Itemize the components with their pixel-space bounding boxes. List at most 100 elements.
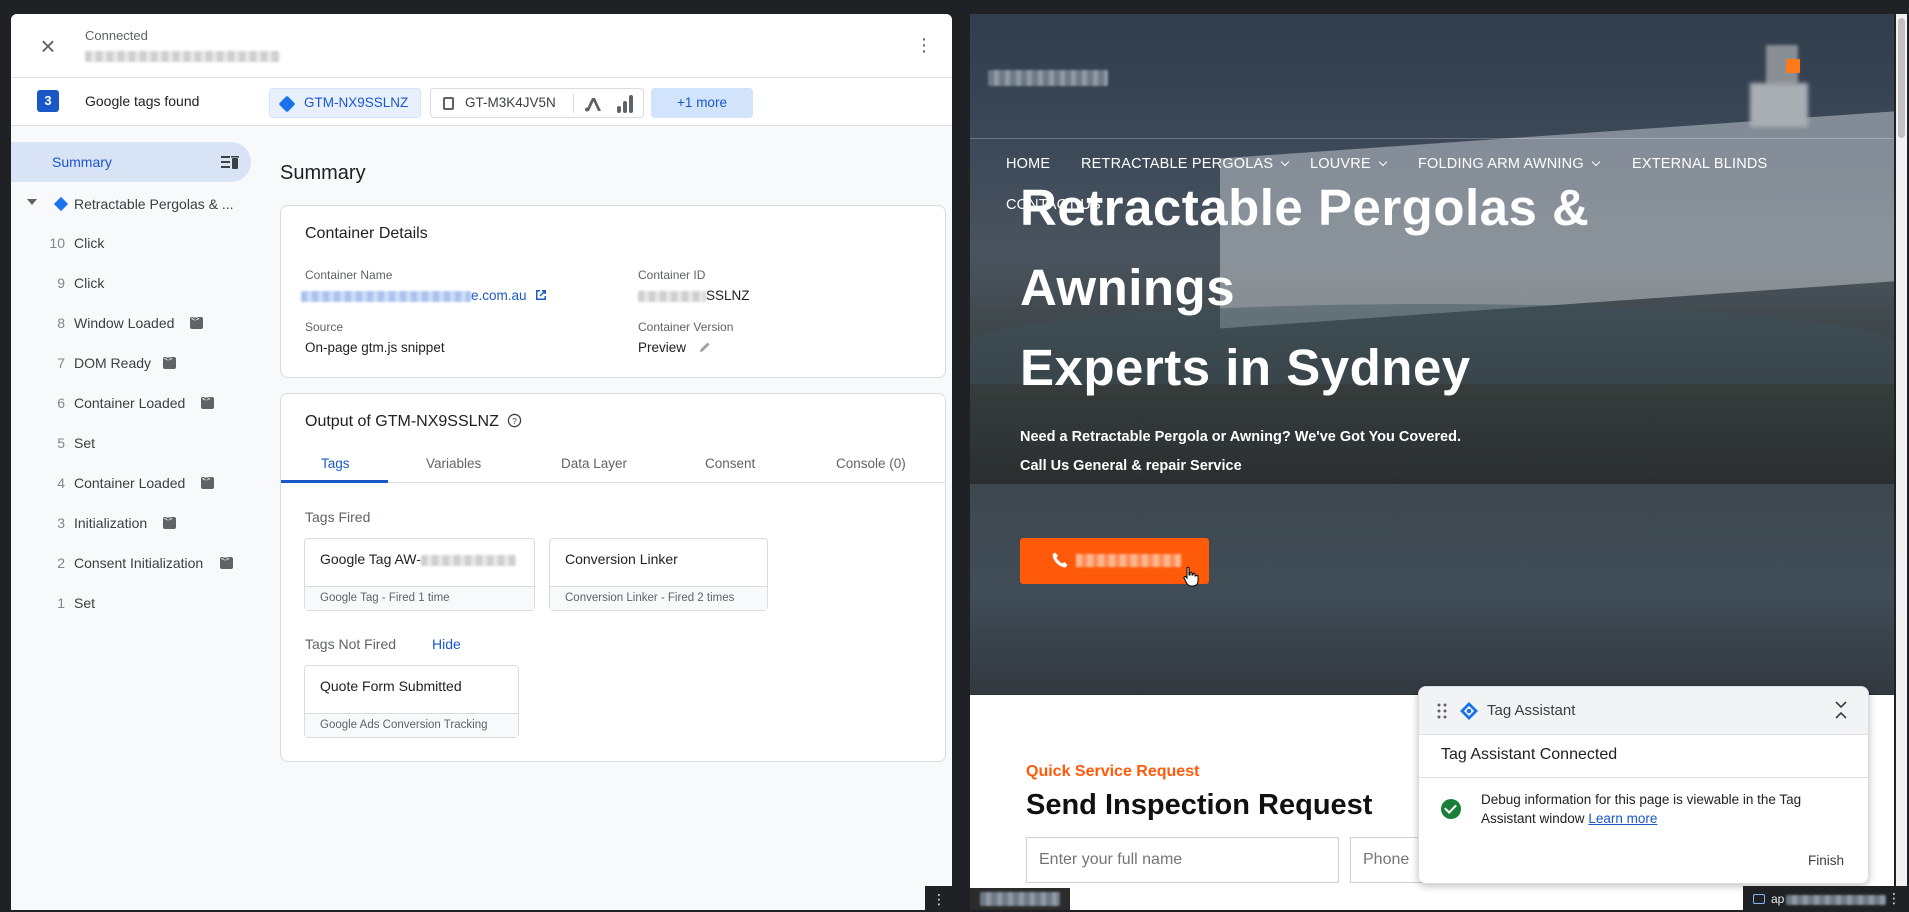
full-name-input[interactable] xyxy=(1026,837,1339,883)
tag-card-subtitle: Google Tag - Fired 1 time xyxy=(305,586,534,610)
hero-lead-2: Call Us General & repair Service xyxy=(1020,458,1242,474)
call-now-button[interactable] xyxy=(1020,538,1209,584)
site-logo[interactable] xyxy=(988,69,1108,87)
tab-data-layer[interactable]: Data Layer xyxy=(561,456,627,471)
sidebar-event[interactable]: 9 Click xyxy=(11,263,261,303)
url-pill[interactable]: ap ⋮ xyxy=(1743,886,1909,912)
sidebar-event[interactable]: 5 Set xyxy=(11,423,261,463)
sidebar-item-summary[interactable]: Summary xyxy=(11,142,251,182)
open-external-icon[interactable] xyxy=(534,288,548,302)
tab-consent[interactable]: Consent xyxy=(705,456,755,471)
sidebar-event[interactable]: 3 Initialization xyxy=(11,503,261,543)
event-name: Click xyxy=(74,275,105,291)
nav-home[interactable]: HOME xyxy=(1006,156,1050,172)
form-title: Send Inspection Request xyxy=(1026,789,1373,821)
popup-title: Tag Assistant xyxy=(1487,702,1576,719)
top-bar: × Connected · · · xyxy=(11,14,952,78)
close-icon[interactable]: × xyxy=(36,33,60,59)
tag-chip-gt[interactable]: GT-M3K4JV5N xyxy=(430,88,644,118)
event-number: 8 xyxy=(57,315,65,331)
tags-fired-label: Tags Fired xyxy=(305,509,371,525)
code-icon xyxy=(220,555,233,569)
nav-louvre[interactable]: LOUVRE xyxy=(1310,156,1388,172)
container-name-value[interactable]: e.com.au xyxy=(471,288,527,303)
event-name: Set xyxy=(74,595,96,611)
event-number: 5 xyxy=(57,435,65,451)
mouse-pointer-icon xyxy=(1183,567,1199,587)
event-number: 7 xyxy=(57,355,65,371)
sidebar-event[interactable]: 2 Consent Initialization xyxy=(11,543,261,583)
hero-heading-line2: Awnings xyxy=(1020,259,1236,316)
sidebar-summary-label: Summary xyxy=(52,154,112,170)
scrollbar-thumb[interactable] xyxy=(1898,18,1905,138)
sidebar-event[interactable]: 8 Window Loaded xyxy=(11,303,261,343)
url-pill-text: ap xyxy=(1771,892,1887,906)
tab-variables[interactable]: Variables xyxy=(426,456,481,471)
nav-label: FOLDING ARM AWNING xyxy=(1418,156,1584,172)
hide-not-fired-button[interactable]: Hide xyxy=(432,636,461,652)
tag-assistant-popup: Tag Assistant Tag Assistant Connected De… xyxy=(1418,686,1869,884)
hero-lead-1: Need a Retractable Pergola or Awning? We… xyxy=(1020,429,1461,445)
collapse-icon[interactable] xyxy=(1834,699,1848,721)
drag-handle-icon[interactable] xyxy=(1437,703,1447,719)
tags-bar: 3 Google tags found GTM-NX9SSLNZ GT-M3K4… xyxy=(11,78,952,126)
sidebar-event[interactable]: 6 Container Loaded xyxy=(11,383,261,423)
hero-photo-deck xyxy=(970,484,1894,694)
clear-messages-icon[interactable] xyxy=(221,154,239,170)
tag-chip-gtm-label: GTM-NX9SSLNZ xyxy=(304,95,409,110)
nav-retractable-pergolas[interactable]: RETRACTABLE PERGOLAS xyxy=(1081,156,1290,172)
output-title: Output of GTM-NX9SSLNZ ? xyxy=(305,413,522,431)
form-kicker: Quick Service Request xyxy=(1026,763,1200,780)
nav-folding-arm-awning[interactable]: FOLDING ARM AWNING xyxy=(1418,156,1601,172)
container-id-value: SSLNZ xyxy=(638,288,750,303)
event-number: 2 xyxy=(57,555,65,571)
help-icon[interactable]: ? xyxy=(507,413,522,428)
event-number: 1 xyxy=(57,595,65,611)
phone-icon xyxy=(1052,552,1068,568)
hero-heading-line3: Experts in Sydney xyxy=(1020,339,1471,396)
connected-heading: Tag Assistant Connected xyxy=(1441,746,1618,763)
svg-text:?: ? xyxy=(512,416,517,426)
sidebar-event[interactable]: 1 Set xyxy=(11,583,261,623)
tag-card-google-tag[interactable]: Google Tag AW- Google Tag - Fired 1 time xyxy=(304,538,535,611)
tag-card-conversion-linker[interactable]: Conversion Linker Conversion Linker - Fi… xyxy=(549,538,768,611)
summary-pane: Summary Container Details Container Name… xyxy=(269,127,952,910)
container-id-text: SSLNZ xyxy=(706,288,750,303)
tag-icon xyxy=(1753,894,1765,904)
nav-label: RETRACTABLE PERGOLAS xyxy=(1081,156,1274,172)
version-value: Preview xyxy=(638,340,712,355)
tag-card-quote-form[interactable]: Quote Form Submitted Google Ads Conversi… xyxy=(304,665,519,738)
container-id-label: Container ID xyxy=(638,268,706,282)
devtools-kebab-icon[interactable]: ⋮ xyxy=(925,886,953,912)
sidebar-event[interactable]: 4 Container Loaded xyxy=(11,463,261,503)
tab-tags[interactable]: Tags xyxy=(321,456,350,471)
event-name: Container Loaded xyxy=(74,395,186,411)
sidebar-event[interactable]: 7 DOM Ready xyxy=(11,343,261,383)
event-number: 9 xyxy=(57,275,65,291)
sidebar-event[interactable]: 10 Click xyxy=(11,223,261,263)
chevron-down-icon xyxy=(1591,157,1601,167)
redacted-strip xyxy=(970,888,1070,910)
edit-pencil-icon[interactable] xyxy=(698,340,712,354)
sidebar-page-item[interactable]: Retractable Pergolas & ... xyxy=(11,187,261,223)
tag-card-title: Google Tag AW- xyxy=(320,551,516,567)
event-name: DOM Ready xyxy=(74,355,152,371)
page-scrollbar[interactable] xyxy=(1896,14,1907,910)
google-tag-icon xyxy=(443,97,454,110)
nav-external-blinds[interactable]: EXTERNAL BLINDS xyxy=(1632,156,1767,172)
expand-caret-icon[interactable] xyxy=(27,199,37,205)
tag-card-subtitle: Google Ads Conversion Tracking xyxy=(305,713,518,737)
finish-button[interactable]: Finish xyxy=(1808,853,1844,868)
chevron-down-icon xyxy=(1378,157,1388,167)
code-icon xyxy=(163,355,176,369)
learn-more-link[interactable]: Learn more xyxy=(1588,811,1657,826)
tab-console[interactable]: Console (0) xyxy=(836,456,906,471)
tag-chip-gtm[interactable]: GTM-NX9SSLNZ xyxy=(269,88,421,118)
event-number: 10 xyxy=(49,235,65,251)
more-options-icon[interactable]: · · · xyxy=(920,29,928,61)
event-name: Initialization xyxy=(74,515,148,531)
more-tags-chip[interactable]: +1 more xyxy=(651,88,753,118)
container-name-link[interactable]: e.com.au xyxy=(301,288,548,303)
kebab-icon[interactable]: ⋮ xyxy=(1887,890,1901,907)
popup-header: Tag Assistant xyxy=(1419,687,1868,735)
